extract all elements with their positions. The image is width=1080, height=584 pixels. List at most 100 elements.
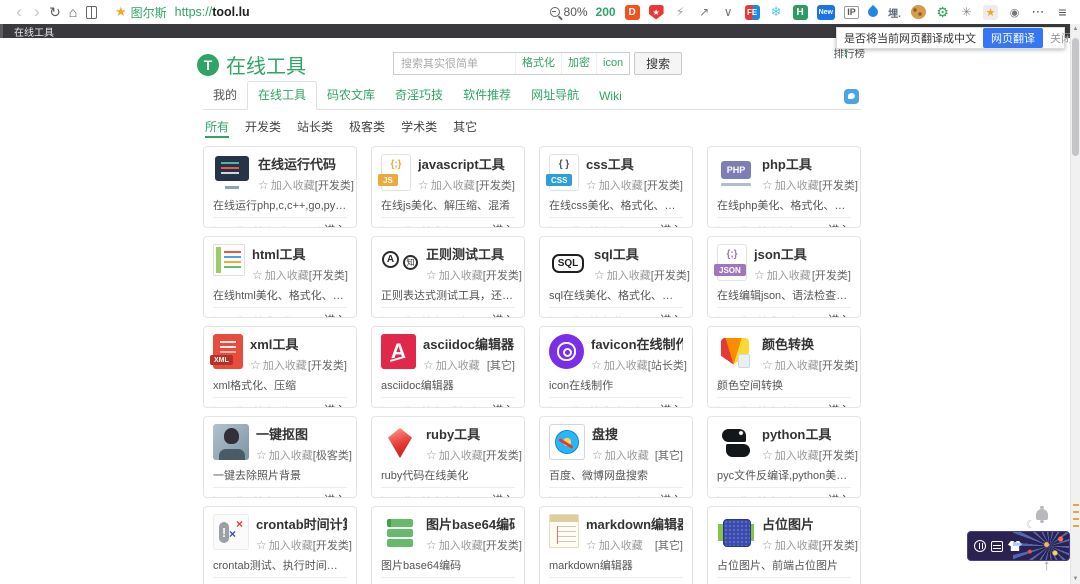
favorite-button[interactable]: ☆ 加入收藏: [586, 177, 643, 193]
reload-icon[interactable]: ↻: [46, 0, 64, 24]
moon-icon[interactable]: ☾: [1026, 518, 1036, 531]
water-drop-icon[interactable]: [865, 4, 881, 20]
filter-item-0[interactable]: 所有: [205, 118, 230, 138]
tool-card[interactable]: 图片base64编码☆加入收藏[开发类]图片base64编码https://to…: [371, 506, 525, 584]
filter-item-4[interactable]: 学术类: [401, 118, 437, 138]
tool-card[interactable]: markdown编辑器☆加入收藏[其它]markdown编辑器https://t…: [539, 506, 693, 584]
tool-card[interactable]: A知正则测试工具 ☆加入收藏[开发类] 正则表达式测试工具，还可以生成代码哦 http…: [371, 236, 525, 318]
category-tag[interactable]: [开发类]: [819, 177, 858, 193]
category-tag[interactable]: [开发类]: [819, 357, 858, 373]
tool-card[interactable]: ruby工具 ☆加入收藏[开发类] ruby代码在线美化 https://tool.l…: [371, 416, 525, 498]
tool-title[interactable]: favicon在线制作: [591, 334, 683, 353]
ip-lookup-icon[interactable]: IP: [844, 5, 859, 19]
favorite-button[interactable]: ☆ 加入收藏: [426, 537, 483, 553]
tool-title[interactable]: json工具: [754, 244, 851, 263]
category-tag[interactable]: [开发类]: [308, 357, 347, 373]
quick-link-0[interactable]: 格式化: [515, 53, 561, 74]
forward-icon[interactable]: ›: [28, 1, 46, 23]
tool-card[interactable]: 一键抠图 ☆加入收藏[极客类] 一键去除照片背景 https://tool.lu/cu…: [203, 416, 357, 498]
tool-title[interactable]: 图片base64编码: [426, 514, 515, 533]
tool-title[interactable]: ruby工具: [426, 424, 515, 443]
enter-link[interactable]: 进入: [492, 402, 515, 407]
enter-link[interactable]: 进入: [828, 492, 851, 497]
favorite-button[interactable]: ☆ 加入收藏: [426, 447, 483, 463]
tool-title[interactable]: 一键抠图: [256, 424, 347, 443]
favorite-button[interactable]: ☆ 加入收藏: [762, 177, 819, 193]
cookie-icon[interactable]: [911, 5, 926, 19]
enter-link[interactable]: 进入: [828, 222, 851, 227]
tool-title[interactable]: markdown编辑器: [586, 514, 683, 533]
tool-card[interactable]: 颜色转换 ☆加入收藏[开发类] 颜色空间转换 https://tool.lu/colo…: [707, 326, 861, 408]
tool-card[interactable]: crontab时间计算☆加入收藏[开发类]crontab测试、执行时间计算htt…: [203, 506, 357, 584]
scroll-down-arrow[interactable]: ▼: [1071, 576, 1080, 582]
bookmark-label[interactable]: 图尔斯: [131, 4, 167, 21]
nav-tab-3[interactable]: 奇淫巧技: [385, 82, 453, 109]
bookmark-star-icon[interactable]: ★: [115, 4, 127, 20]
enter-link[interactable]: 进入: [660, 312, 683, 317]
tool-title[interactable]: 颜色转换: [762, 334, 851, 353]
tool-card[interactable]: 在线运行代码 ☆加入收藏[开发类] 在线运行php,c,c++,go,python,…: [203, 146, 357, 228]
favorite-button[interactable]: ☆ 加入收藏: [592, 447, 649, 463]
category-tag[interactable]: [开发类]: [483, 537, 522, 553]
favorite-button[interactable]: ☆ 加入收藏: [586, 537, 643, 553]
category-tag[interactable]: [其它]: [655, 537, 683, 553]
filter-item-3[interactable]: 极客类: [349, 118, 385, 138]
tab-counter-badge[interactable]: 200: [596, 5, 616, 19]
nav-tab-4[interactable]: 软件推荐: [453, 82, 521, 109]
favorite-button[interactable]: ☆ 加入收藏: [258, 177, 315, 193]
category-tag[interactable]: [极客类]: [313, 447, 352, 463]
zoom-level[interactable]: 80%: [564, 5, 588, 19]
enter-link[interactable]: 进入: [324, 402, 347, 407]
gear-icon[interactable]: ⚙: [935, 4, 950, 20]
favorite-button[interactable]: ☆ 加入收藏: [256, 447, 313, 463]
tool-card[interactable]: SQL sql工具 ☆加入收藏[开发类] sql在线美化、格式化、压缩 https://…: [539, 236, 693, 318]
favorite-button[interactable]: ☆ 加入收藏: [591, 357, 648, 373]
promo-banner[interactable]: [967, 531, 1070, 561]
mai-text-icon[interactable]: 埋.: [887, 5, 902, 20]
tool-card[interactable]: PHP php工具 ☆加入收藏[开发类] 在线php美化、格式化、解密 https://…: [707, 146, 861, 228]
enter-link[interactable]: 进入: [492, 222, 515, 227]
translate-button[interactable]: 网页翻译: [983, 28, 1043, 48]
favorite-button[interactable]: ☆ 加入收藏: [762, 447, 819, 463]
overflow-icon[interactable]: ⋯: [1031, 4, 1046, 20]
tool-title[interactable]: python工具: [762, 424, 851, 443]
enter-link[interactable]: 进入: [492, 312, 515, 317]
quick-link-2[interactable]: icon: [596, 53, 629, 74]
category-tag[interactable]: [其它]: [487, 357, 515, 373]
lightning-icon[interactable]: ⚡: [673, 5, 688, 20]
h-badge-icon[interactable]: H: [792, 4, 808, 20]
tool-title[interactable]: javascript工具: [418, 154, 515, 173]
nav-tab-1[interactable]: 在线工具: [247, 81, 318, 110]
enter-link[interactable]: 进入: [492, 492, 515, 497]
category-tag[interactable]: [开发类]: [644, 177, 683, 193]
tool-card[interactable]: python工具 ☆加入收藏[开发类] pyc文件反编译,python美化、格式化 h…: [707, 416, 861, 498]
favorite-button[interactable]: ☆ 加入收藏: [252, 267, 309, 283]
category-tag[interactable]: [开发类]: [313, 537, 352, 553]
search-button[interactable]: 搜索: [634, 52, 683, 75]
chevron-down-icon[interactable]: ∨: [721, 5, 736, 20]
menu-icon[interactable]: ≡: [1055, 4, 1070, 20]
reader-mode-icon[interactable]: [86, 5, 97, 19]
favorite-button[interactable]: ☆ 加入收藏: [250, 357, 307, 373]
snowflake-icon[interactable]: ❄: [769, 4, 784, 20]
favorite-button[interactable]: ☆ 加入收藏: [762, 357, 819, 373]
category-tag[interactable]: [开发类]: [315, 177, 354, 193]
favorite-button[interactable]: ☆ 加入收藏: [256, 537, 313, 553]
d-logo-icon[interactable]: D: [624, 4, 640, 20]
scrollbar-thumb[interactable]: [1072, 38, 1079, 156]
new-badge-icon[interactable]: New: [816, 4, 835, 20]
shield-star-icon[interactable]: ★: [648, 4, 664, 20]
home-icon[interactable]: ⌂: [64, 0, 82, 24]
chat-icon[interactable]: [844, 89, 859, 104]
tool-title[interactable]: css工具: [586, 154, 683, 173]
share-icon[interactable]: ↗: [697, 5, 712, 20]
tool-card[interactable]: 占位图片☆加入收藏[开发类]占位图片、前端占位图片https://tool.lu…: [707, 506, 861, 584]
tool-title[interactable]: html工具: [252, 244, 347, 263]
tool-title[interactable]: crontab时间计算: [256, 514, 347, 533]
favorite-button[interactable]: ☆ 加入收藏: [418, 177, 475, 193]
tool-title[interactable]: 在线运行代码: [258, 154, 347, 173]
favorite-button[interactable]: ☆ 加入收藏: [594, 267, 651, 283]
category-tag[interactable]: [开发类]: [819, 537, 858, 553]
tool-title[interactable]: sql工具: [594, 244, 683, 263]
tool-title[interactable]: 盘搜: [592, 424, 683, 443]
